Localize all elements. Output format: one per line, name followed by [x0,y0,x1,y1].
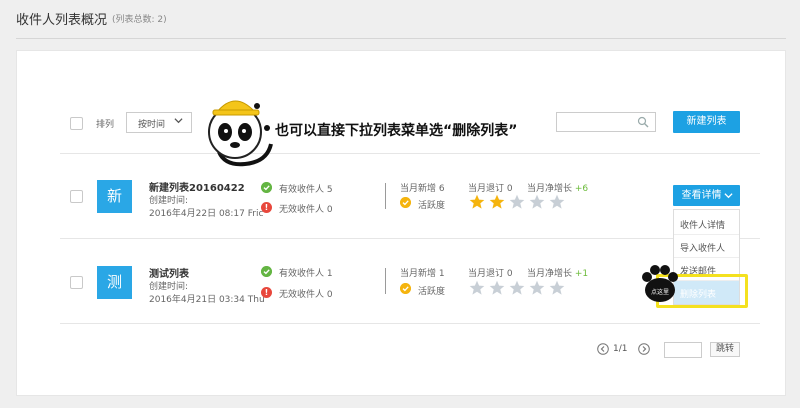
monthly-unsubscribed: 当月退订 0 [468,184,513,194]
error-icon: ! [261,202,272,213]
sort-select[interactable]: 按时间 [126,112,192,133]
list-name[interactable]: 测试列表 [149,265,189,280]
page-header: 收件人列表概况 (列表总数: 2) [16,0,786,39]
monthly-new: 当月新增 6 [400,184,445,194]
star-empty-icon [489,280,505,295]
star-empty-icon [509,280,525,295]
menu-item-import-recipients[interactable]: 导入收件人 [674,235,739,258]
goto-page-button[interactable]: 跳转 [710,342,740,357]
divider [60,153,760,154]
monthly-net-growth: 当月净增长 +1 [527,269,589,279]
star-empty-icon [529,194,545,209]
divider [60,323,760,324]
menu-item-recipient-details[interactable]: 收件人详情 [674,212,739,235]
chevron-down-icon [174,118,183,124]
tutorial-tip: 也可以直接下拉列表菜单选“删除列表” [275,123,518,139]
activity-icon [400,197,411,208]
view-details-label: 查看详情 [681,190,722,201]
search-input[interactable] [556,112,656,132]
divider [385,183,386,209]
invalid-recipients: 无效收件人 0 [279,290,333,300]
list-total-count: (列表总数: 2) [112,15,167,25]
activity-stars [469,194,569,210]
monthly-unsubscribed: 当月退订 0 [468,269,513,279]
valid-recipients: 有效收件人 1 [279,269,333,279]
row-checkbox[interactable] [70,190,83,203]
invalid-recipients-count: 0 [326,290,333,300]
star-empty-icon [549,194,565,209]
created-label: 创建时间: [149,196,189,206]
divider [60,238,760,239]
valid-recipients: 有效收件人 5 [279,185,333,195]
star-empty-icon [509,194,525,209]
search-icon [637,116,649,128]
error-icon: ! [261,287,272,298]
sort-select-value: 按时间 [138,120,166,130]
valid-recipients-count: 1 [326,269,333,279]
check-circle-icon [261,182,272,193]
star-filled-icon [469,194,485,209]
invalid-recipients-count: 0 [326,205,333,215]
star-filled-icon [489,194,505,209]
star-empty-icon [469,280,485,295]
select-all-checkbox[interactable] [70,117,83,130]
prev-page-icon[interactable] [597,343,609,355]
list-icon: 测 [97,266,132,299]
divider [385,268,386,294]
valid-recipients-count: 5 [326,185,333,195]
new-list-button[interactable]: 新建列表 [673,111,740,133]
paw-pointer-icon [642,265,678,302]
next-page-icon[interactable] [638,343,650,355]
created-label: 创建时间: [149,282,189,292]
monthly-net-growth: 当月净增长 +6 [527,184,589,194]
paw-label: 点这里 [650,289,669,296]
panda-mascot-icon [208,100,273,167]
page-title: 收件人列表概况 [16,13,108,28]
sort-label: 排列 [96,120,115,130]
activity-icon [400,283,411,294]
row-checkbox[interactable] [70,276,83,289]
list-icon: 新 [97,180,132,213]
activity-label: 活跃度 [418,201,446,211]
invalid-recipients: 无效收件人 0 [279,205,333,215]
star-empty-icon [529,280,545,295]
star-empty-icon [549,280,565,295]
created-time: 2016年4月21日 03:34 Thu [149,295,265,305]
created-time: 2016年4月22日 08:17 Fric [149,209,264,219]
page-indicator: 1/1 [613,344,628,354]
list-name[interactable]: 新建列表20160422 [149,179,245,194]
goto-page-input[interactable] [664,342,702,358]
check-circle-icon [261,266,272,277]
activity-stars [469,280,569,296]
chevron-down-icon [724,193,733,199]
monthly-new: 当月新增 1 [400,269,445,279]
activity-label: 活跃度 [418,287,446,297]
view-details-button[interactable]: 查看详情 [673,185,740,206]
